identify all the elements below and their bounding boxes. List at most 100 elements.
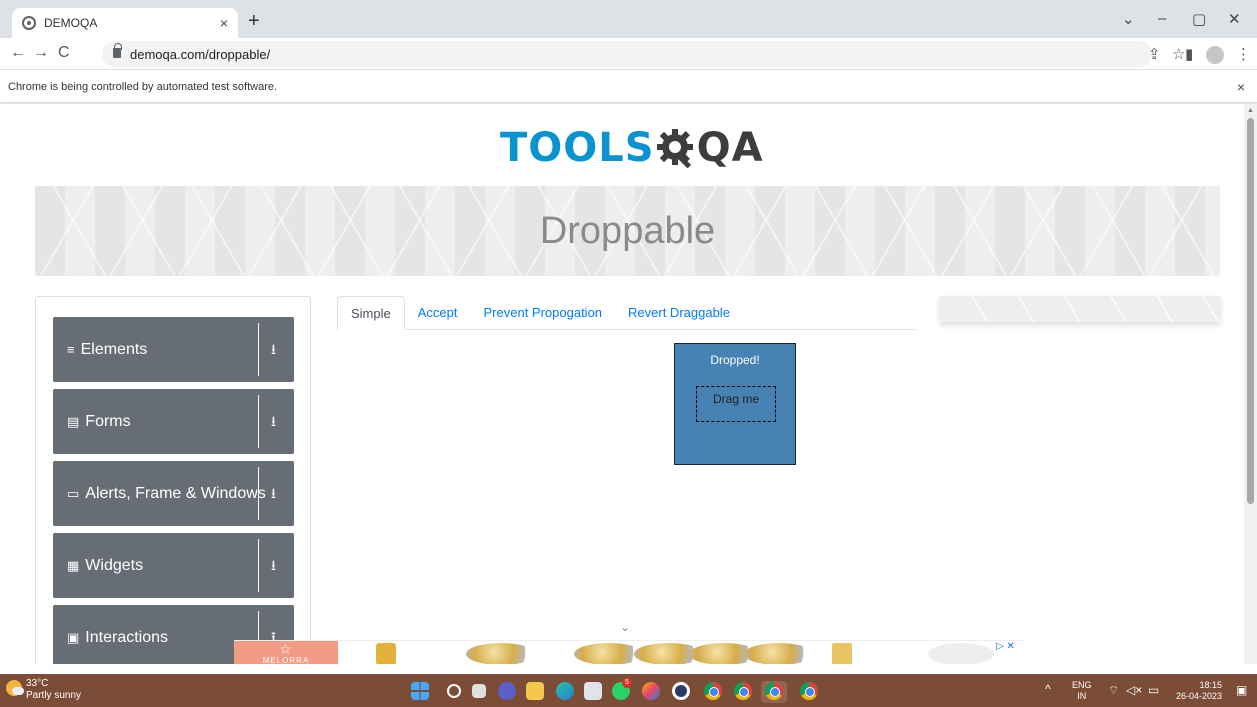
ad-brand-tile[interactable]: ☆ MELORRA <box>234 641 338 664</box>
widgets-icon: ▦ <box>67 557 80 573</box>
new-tab-button[interactable]: + <box>248 10 260 33</box>
right-ad-banner <box>940 296 1220 322</box>
drop-target[interactable]: Dropped! Drag me <box>674 343 796 465</box>
infobar-close-button[interactable]: × <box>1237 79 1245 95</box>
file-explorer-icon[interactable] <box>526 682 544 700</box>
menu-label-forms: Forms <box>85 412 131 430</box>
chrome-icon[interactable] <box>800 682 818 700</box>
close-tab-icon[interactable]: × <box>220 15 228 31</box>
ad-product-image[interactable] <box>744 643 814 664</box>
menu-group-forms[interactable]: ▤ Forms ⭳ <box>53 389 294 454</box>
close-window-button[interactable]: ✕ <box>1228 10 1241 28</box>
adchoices-icon[interactable]: ▷ ✕ <box>996 641 1015 652</box>
browser-tab[interactable]: DEMOQA × <box>12 8 238 38</box>
gear-icon <box>656 129 693 169</box>
colorful-app-icon[interactable] <box>642 682 660 700</box>
lang-top: ENG <box>1072 680 1092 690</box>
logo-text-qa: QA <box>696 125 764 171</box>
tab-revert-draggable[interactable]: Revert Draggable <box>615 296 743 330</box>
address-bar[interactable]: demoqa.com/droppable/ <box>102 41 1152 67</box>
form-icon: ▤ <box>67 413 80 429</box>
weather-desc: Partly sunny <box>26 690 82 701</box>
battery-icon[interactable]: ▭ <box>1148 683 1159 697</box>
menu-label-widgets: Widgets <box>85 556 144 574</box>
page-scrollbar[interactable]: ▲ <box>1244 104 1257 664</box>
volume-muted-icon[interactable]: ◁× <box>1126 683 1142 697</box>
weather-widget[interactable]: 33°C Partly sunny <box>6 678 146 702</box>
chevron-down-icon[interactable]: ⌄ <box>620 620 630 634</box>
bookmark-star-icon[interactable]: ☆ <box>1172 45 1185 63</box>
infobar-text: Chrome is being controlled by automated … <box>8 80 278 93</box>
notification-icon[interactable]: ▣ <box>1236 683 1247 697</box>
language-indicator[interactable]: ENG IN <box>1072 680 1092 702</box>
expand-arrow-icon[interactable]: ⭳ <box>271 555 276 579</box>
ad-product-image[interactable] <box>832 643 852 664</box>
scroll-thumb[interactable] <box>1247 118 1254 504</box>
star-icon: ☆ <box>279 641 293 657</box>
windows-taskbar: 33°C Partly sunny 5 ^ ENG IN ⌔ ◁× ▭ 18:1… <box>0 674 1257 707</box>
edge-icon[interactable] <box>556 682 574 700</box>
menu-group-forms-label: ▤ Forms <box>53 413 131 431</box>
logo-text-tools: TOOLS <box>500 125 655 171</box>
whatsapp-icon[interactable]: 5 <box>612 678 632 700</box>
globe-icon <box>22 16 36 30</box>
start-button[interactable] <box>411 682 429 700</box>
menu-label-elements: Elements <box>80 340 148 358</box>
scroll-up-icon[interactable]: ▲ <box>1247 107 1254 114</box>
ad-brand-text: MELORRA <box>262 656 310 664</box>
expand-arrow-icon[interactable]: ⭳ <box>271 411 276 435</box>
search-icon[interactable] <box>447 684 461 698</box>
profile-avatar[interactable] <box>1206 46 1224 64</box>
menu-divider <box>258 323 259 376</box>
drag-me-box[interactable]: Drag me <box>696 386 776 422</box>
minimize-button[interactable]: – <box>1158 10 1166 27</box>
tab-title: DEMOQA <box>44 16 98 30</box>
menu-label-interactions: Interactions <box>85 628 169 646</box>
window-icon: ▭ <box>67 485 80 501</box>
tray-overflow-icon[interactable]: ^ <box>1045 682 1051 696</box>
menu-group-elements-label: ≡ Elements <box>53 341 147 359</box>
task-view-icon[interactable] <box>472 684 486 698</box>
clock[interactable]: 18:15 26-04-2023 <box>1176 680 1222 702</box>
automation-infobar: Chrome is being controlled by automated … <box>0 71 1257 103</box>
browser-tab-strip: DEMOQA × + ⌄ – ▢ ✕ <box>0 0 1257 38</box>
menu-group-widgets[interactable]: ▦ Widgets ⭳ <box>53 533 294 598</box>
reload-button[interactable]: C <box>58 44 70 62</box>
eclipse-icon[interactable] <box>672 682 690 700</box>
side-panel-icon[interactable]: ▮ <box>1185 45 1193 63</box>
ad-product-image[interactable] <box>466 643 536 664</box>
tab-simple[interactable]: Simple <box>337 296 405 330</box>
partly-sunny-icon <box>6 680 24 696</box>
whatsapp-badge: 5 <box>622 678 632 688</box>
bottom-ad[interactable]: ☆ MELORRA ▷ ✕ <box>234 640 1024 664</box>
ad-product-image[interactable] <box>928 643 994 664</box>
chrome-icon[interactable] <box>765 682 783 700</box>
clock-date: 26-04-2023 <box>1176 691 1223 701</box>
teams-icon[interactable] <box>498 682 516 700</box>
browser-toolbar: ← → C demoqa.com/droppable/ ⇪ ☆ ▮ ⋮ <box>0 38 1257 70</box>
tab-accept[interactable]: Accept <box>405 296 471 330</box>
chrome-menu-icon[interactable]: ⋮ <box>1236 45 1251 63</box>
interactions-icon: ▣ <box>67 629 80 645</box>
expand-arrow-icon[interactable]: ⭳ <box>271 339 276 363</box>
lock-icon <box>113 43 122 58</box>
ad-product-image[interactable] <box>376 643 396 664</box>
menu-group-alerts[interactable]: ▭ Alerts, Frame & Windows ⭳ <box>53 461 294 526</box>
clock-time: 18:15 <box>1199 680 1223 690</box>
chrome-icon[interactable] <box>704 682 722 700</box>
restore-button[interactable]: ▢ <box>1192 10 1206 28</box>
droppable-tabs: Simple Accept Prevent Propogation Revert… <box>337 296 917 330</box>
chrome-icon[interactable] <box>734 682 752 700</box>
toolsqa-logo[interactable]: TOOLS QA <box>500 118 764 178</box>
store-icon[interactable] <box>584 682 602 700</box>
wifi-icon[interactable]: ⌔ <box>1108 683 1119 698</box>
tab-search-icon[interactable]: ⌄ <box>1122 10 1135 28</box>
back-button[interactable]: ← <box>10 44 26 62</box>
expand-arrow-icon[interactable]: ⭳ <box>271 483 276 507</box>
tab-prevent-propogation[interactable]: Prevent Propogation <box>471 296 616 330</box>
lang-bottom: IN <box>1077 691 1087 701</box>
share-icon[interactable]: ⇪ <box>1148 45 1161 63</box>
forward-button[interactable]: → <box>33 44 49 62</box>
menu-group-elements[interactable]: ≡ Elements ⭳ <box>53 317 294 382</box>
menu-divider <box>258 539 259 592</box>
